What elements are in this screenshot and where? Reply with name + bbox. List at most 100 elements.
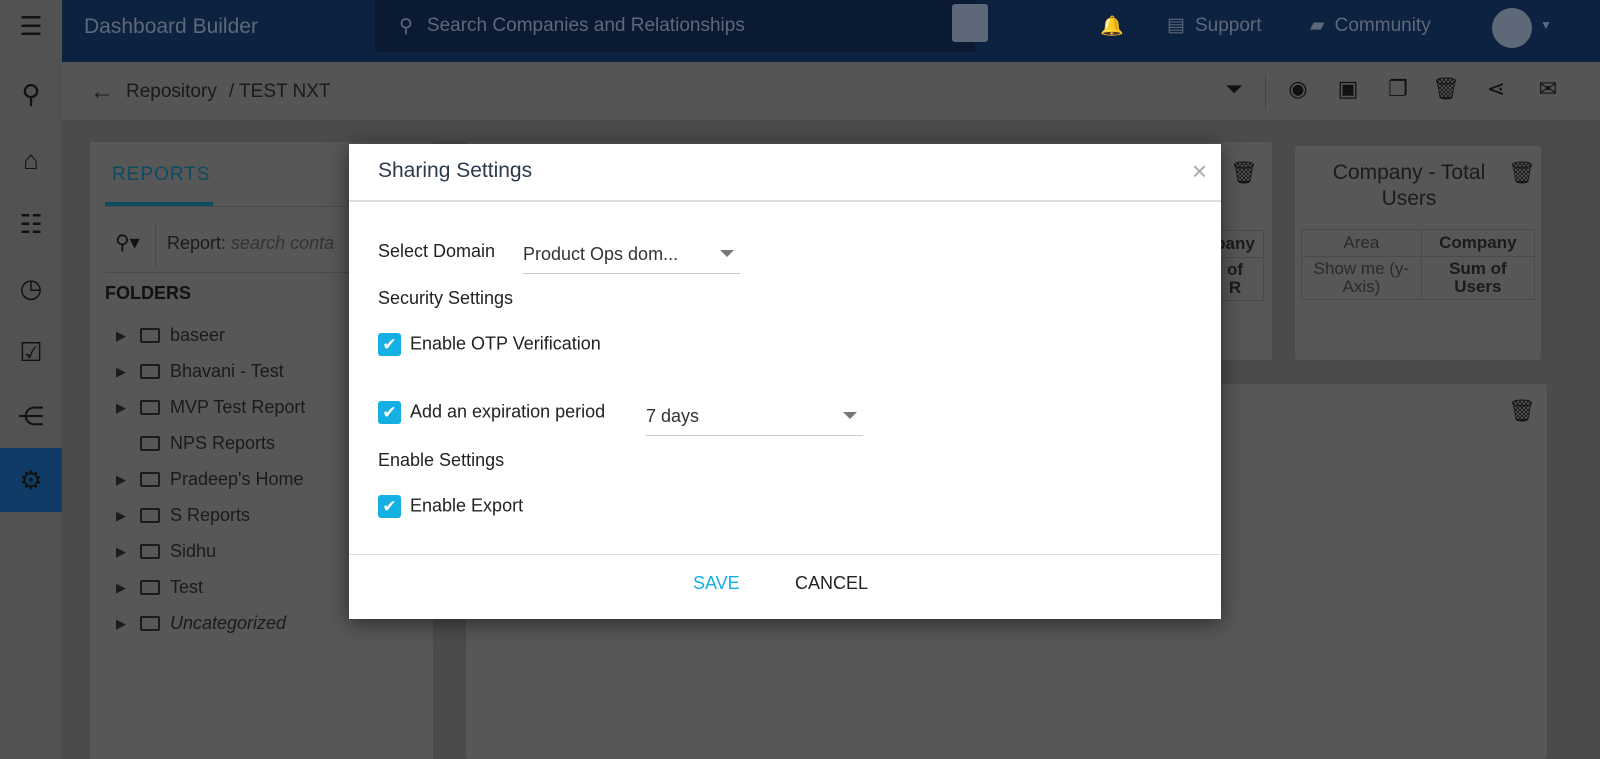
eye-icon[interactable]: ◉: [1283, 76, 1313, 102]
folder-item[interactable]: ▶ Uncategorized: [116, 613, 286, 634]
global-search[interactable]: ⚲ Search Companies and Relationships: [375, 0, 975, 52]
assistant-avatar-icon[interactable]: [952, 4, 988, 42]
copy-icon[interactable]: ❐: [1383, 76, 1413, 102]
caret-right-icon[interactable]: ▶: [116, 508, 130, 524]
folder-name: MVP Test Report: [170, 397, 306, 417]
card-title: Company - Total Users: [1332, 161, 1486, 210]
caret-right-icon[interactable]: ▶: [116, 472, 130, 488]
otp-label: Enable OTP Verification: [410, 333, 601, 354]
folder-item[interactable]: ▶ Sidhu: [116, 541, 216, 562]
delete-icon[interactable]: 🗑: [1230, 160, 1258, 186]
domain-select[interactable]: Product Ops dom...: [523, 240, 740, 274]
expiration-checkbox[interactable]: ✔ Add an expiration period: [378, 401, 605, 424]
enable-settings-heading: Enable Settings: [378, 450, 505, 470]
folder-name: Sidhu: [170, 541, 217, 561]
caret-right-icon[interactable]: ▶: [116, 580, 130, 596]
delete-icon[interactable]: 🗑: [1431, 76, 1461, 102]
email-icon[interactable]: ✉: [1533, 76, 1563, 102]
caret-right-icon[interactable]: ▶: [116, 400, 130, 416]
settings-icon[interactable]: ⚙: [0, 448, 62, 512]
folder-item[interactable]: ▶ Pradeep's Home: [116, 469, 304, 490]
bell-icon[interactable]: 🔔: [1100, 14, 1124, 38]
domain-value: Product Ops dom...: [523, 244, 679, 264]
tab-reports[interactable]: REPORTS: [112, 164, 211, 186]
menu-icon[interactable]: ☰: [0, 0, 62, 52]
folder-icon: [140, 328, 160, 343]
folder-icon: [140, 616, 160, 631]
search-label: Report:: [167, 233, 227, 253]
folder-icon: [140, 364, 160, 379]
search-icon[interactable]: ⚲: [0, 62, 62, 126]
caret-right-icon[interactable]: ▶: [116, 328, 130, 344]
folder-item[interactable]: ▶ MVP Test Report: [116, 397, 305, 418]
folder-icon: [140, 580, 160, 595]
search-placeholder: Search Companies and Relationships: [426, 15, 745, 36]
export-checkbox[interactable]: ✔ Enable Export: [378, 495, 523, 518]
export-label: Enable Export: [410, 495, 524, 516]
user-avatar-icon[interactable]: [1492, 8, 1532, 48]
checkbox-checked-icon[interactable]: ✔: [378, 401, 401, 424]
breadcrumb-current: / TEST NXT: [228, 81, 331, 102]
caret-right-icon[interactable]: ▶: [116, 364, 130, 380]
expiration-label: Add an expiration period: [410, 401, 606, 422]
delete-icon[interactable]: 🗑: [1508, 398, 1536, 424]
folder-item[interactable]: ▶ S Reports: [116, 505, 250, 526]
expiration-select[interactable]: 7 days: [646, 402, 863, 436]
close-icon[interactable]: ×: [1192, 156, 1207, 187]
home-icon[interactable]: ⌂: [0, 128, 62, 192]
folder-item[interactable]: ▶NPS Reports: [116, 433, 275, 454]
folder-name: Test: [170, 577, 204, 597]
icon-rail: ☰ ⚲ ⌂ ☷ ◷ ☑ ⋲ ⚙: [0, 0, 62, 759]
breadcrumb-repository[interactable]: Repository: [126, 81, 217, 103]
folder-item[interactable]: ▶ Test: [116, 577, 203, 598]
sharing-settings-modal: Sharing Settings × Select Domain Product…: [349, 144, 1221, 619]
expiration-value: 7 days: [646, 406, 700, 426]
divider: [155, 224, 156, 268]
folder-item[interactable]: ▶ baseer: [116, 325, 225, 346]
flow-icon[interactable]: ⋲: [0, 384, 62, 448]
report-card-total-users: Company - Total Users 🗑 Area Company Show…: [1295, 146, 1541, 360]
folder-icon: [140, 400, 160, 415]
chevron-down-icon: [843, 412, 857, 419]
cancel-button[interactable]: CANCEL: [795, 573, 868, 594]
share-icon[interactable]: ⋖: [1481, 76, 1511, 102]
list-icon[interactable]: ☷: [0, 192, 62, 256]
table-header: Area: [1301, 229, 1422, 257]
checkbox-checked-icon[interactable]: ✔: [378, 495, 401, 518]
checklist-icon[interactable]: ☑: [0, 320, 62, 384]
delete-icon[interactable]: 🗑: [1508, 160, 1536, 186]
filter-icon[interactable]: ⏷: [1219, 76, 1249, 102]
save-icon[interactable]: ▣: [1333, 76, 1363, 102]
table-cell: Show me (y-Axis): [1301, 256, 1422, 300]
folder-icon: [140, 508, 160, 523]
search-icon: ⚲: [399, 15, 413, 37]
community-link[interactable]: ▰ Community: [1310, 14, 1431, 37]
search-dropdown-icon[interactable]: ⚲▾: [115, 230, 140, 255]
folder-name: S Reports: [170, 505, 251, 525]
caret-right-icon[interactable]: ▶: [116, 616, 130, 632]
table-cell: Sum of Users: [1420, 256, 1536, 300]
chevron-down-icon[interactable]: ▼: [1540, 18, 1552, 32]
breadcrumb: ← Repository / TEST NXT: [90, 78, 331, 106]
checkbox-checked-icon[interactable]: ✔: [378, 333, 401, 356]
folder-name: Bhavani - Test: [170, 361, 284, 381]
back-arrow-icon[interactable]: ←: [90, 78, 114, 106]
support-link[interactable]: ▤ Support: [1167, 14, 1262, 37]
caret-right-icon[interactable]: ▶: [116, 544, 130, 560]
report-search-input[interactable]: Report: search conta: [167, 233, 334, 254]
folder-name: baseer: [170, 325, 226, 345]
toolbar: ← Repository / TEST NXT ⏷ ◉ ▣ ❐ 🗑 ⋖ ✉: [62, 62, 1600, 120]
calendar-icon[interactable]: ◷: [0, 256, 62, 320]
divider: [1265, 74, 1266, 110]
modal-header: Sharing Settings ×: [349, 144, 1221, 202]
folder-name: Pradeep's Home: [170, 469, 304, 489]
chevron-down-icon: [720, 250, 734, 257]
table-header: Company: [1420, 229, 1536, 257]
folder-icon: [140, 472, 160, 487]
otp-checkbox[interactable]: ✔ Enable OTP Verification: [378, 333, 601, 356]
folder-item[interactable]: ▶ Bhavani - Test: [116, 361, 284, 382]
community-label: Community: [1334, 14, 1431, 36]
save-button[interactable]: SAVE: [693, 573, 740, 594]
folder-name: NPS Reports: [170, 433, 276, 453]
folder-name: Uncategorized: [170, 613, 287, 633]
